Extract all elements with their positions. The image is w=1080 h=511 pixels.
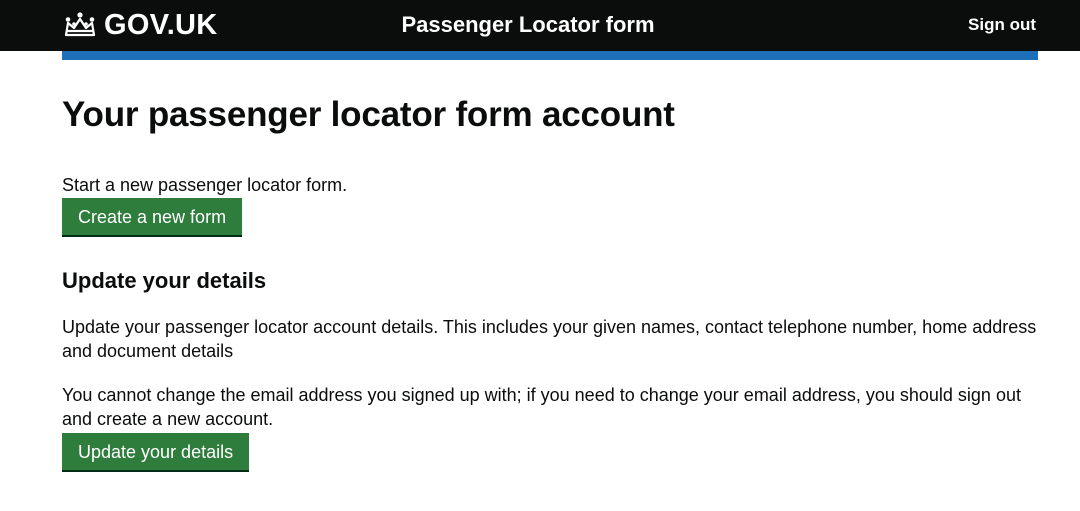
- update-details-button[interactable]: Update your details: [62, 433, 250, 470]
- create-new-form-button[interactable]: Create a new form: [62, 198, 243, 235]
- update-details-heading: Update your details: [62, 268, 267, 293]
- update-details-description: Update your passenger locator account de…: [62, 317, 1037, 361]
- site-header: GOV.UK Passenger Locator form Sign out: [0, 0, 1080, 51]
- page-title: Your passenger locator form account: [62, 95, 675, 134]
- start-form-text: Start a new passenger locator form.: [62, 175, 348, 195]
- email-change-notice: You cannot change the email address you …: [62, 385, 1021, 429]
- sign-out-link[interactable]: Sign out: [968, 14, 1036, 36]
- main-content: Your passenger locator form account Star…: [62, 88, 1042, 470]
- service-name-link[interactable]: Passenger Locator form: [0, 9, 1056, 41]
- header-accent-bar: [62, 51, 1038, 60]
